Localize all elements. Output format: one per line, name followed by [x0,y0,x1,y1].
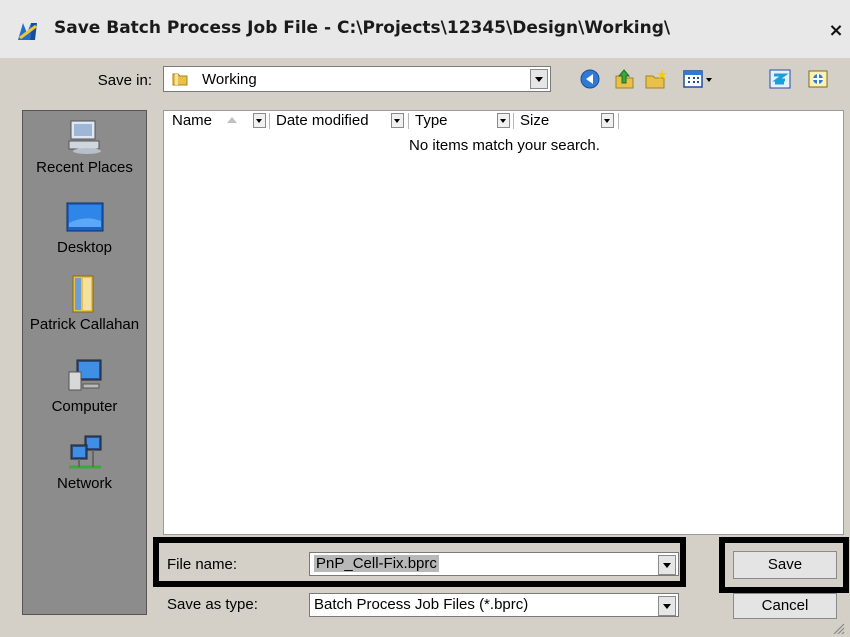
place-label: Recent Places [36,159,133,176]
place-label: Desktop [56,239,113,256]
refresh-icon[interactable] [768,68,792,90]
save-as-type-value: Batch Process Job Files (*.bprc) [314,596,529,613]
close-button[interactable]: × [826,20,846,42]
place-label: Network [56,475,112,492]
column-header-type[interactable]: Type [415,111,448,131]
up-folder-icon[interactable] [612,68,636,90]
column-filter-button[interactable] [497,113,510,128]
column-divider[interactable] [269,113,270,129]
column-divider[interactable] [408,113,409,129]
app-logo-icon [18,23,37,40]
places-bar: Recent Places Desktop Patrick Callahan C… [22,110,147,615]
column-divider[interactable] [513,113,514,129]
empty-message: No items match your search. [409,137,600,154]
place-computer[interactable]: Computer [23,356,146,415]
folder-icon [172,73,188,86]
column-divider[interactable] [618,113,619,129]
view-menu-icon[interactable] [682,68,716,90]
window-title: Save Batch Process Job File - C:\Project… [54,18,671,38]
column-header-size[interactable]: Size [520,111,549,131]
new-folder-icon[interactable] [644,68,668,90]
file-list[interactable]: Name Date modified Type Size No items ma… [163,110,844,535]
desktop-icon [66,202,103,232]
save-in-dropdown[interactable]: Working [163,66,551,92]
user-folder-icon [72,275,93,313]
place-user-folder[interactable]: Patrick Callahan [23,274,146,333]
column-filter-button[interactable] [391,113,404,128]
save-in-label: Save in: [97,72,152,89]
save-button[interactable]: Save [733,551,837,579]
title-bar[interactable]: Save Batch Process Job File - C:\Project… [0,0,850,58]
column-filter-button[interactable] [601,113,614,128]
cancel-button[interactable]: Cancel [733,593,837,619]
place-desktop[interactable]: Desktop [23,197,146,256]
save-as-type-dropdown[interactable]: Batch Process Job Files (*.bprc) [309,593,679,617]
file-name-label: File name: [167,556,238,573]
recent-places-icon [68,120,101,154]
file-name-field[interactable]: PnP_Cell-Fix.bprc [309,552,679,576]
sort-ascending-icon [227,117,237,123]
column-header-date-modified[interactable]: Date modified [276,111,369,131]
place-label: Patrick Callahan [29,316,140,333]
file-name-value: PnP_Cell-Fix.bprc [314,555,439,572]
computer-icon [68,359,101,391]
save-in-value: Working [202,71,257,88]
save-dialog: Save Batch Process Job File - C:\Project… [0,0,850,637]
chevron-down-icon[interactable] [530,69,548,89]
resize-grip-icon[interactable] [832,622,846,634]
network-icon [68,435,101,469]
column-header-name[interactable]: Name [172,111,212,131]
column-filter-button[interactable] [253,113,266,128]
place-network[interactable]: Network [23,433,146,492]
place-label: Computer [51,398,118,415]
settings-icon[interactable] [806,68,830,90]
chevron-down-icon[interactable] [658,596,676,616]
save-as-type-label: Save as type: [167,596,258,613]
chevron-down-icon[interactable] [658,555,676,575]
place-recent-places[interactable]: Recent Places [23,117,146,176]
back-icon[interactable] [578,68,602,90]
